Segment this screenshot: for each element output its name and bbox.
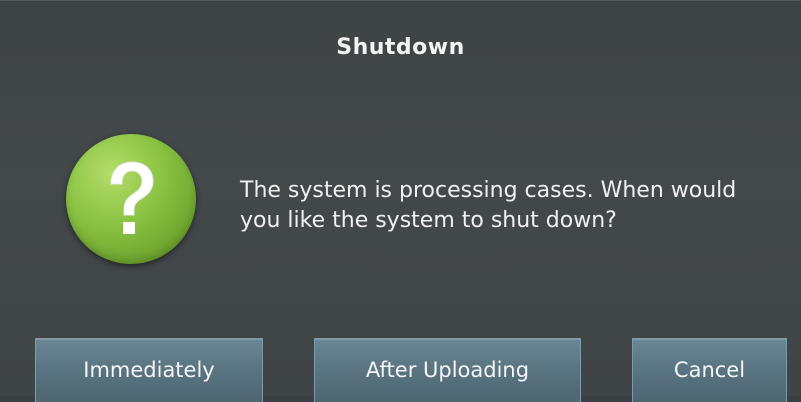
after-uploading-button[interactable]: After Uploading (314, 338, 581, 402)
shutdown-dialog: Shutdown The system is processing cases.… (0, 0, 801, 402)
question-icon (66, 134, 196, 264)
immediately-button[interactable]: Immediately (35, 338, 263, 402)
dialog-message: The system is processing cases. When wou… (240, 178, 737, 233)
cancel-button[interactable]: Cancel (632, 338, 787, 402)
dialog-title: Shutdown (336, 35, 465, 60)
question-mark-glyph (110, 161, 154, 234)
